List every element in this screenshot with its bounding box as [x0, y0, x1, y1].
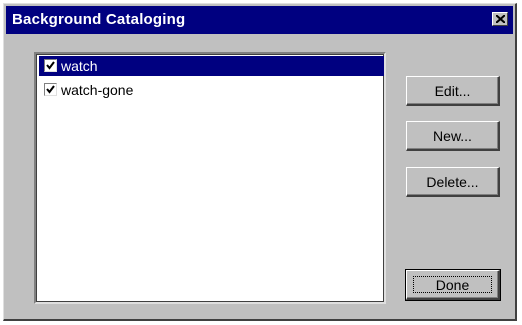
list-item-label: watch-gone	[61, 82, 134, 98]
title-bar[interactable]: Background Cataloging	[6, 6, 513, 34]
delete-button-label: Delete...	[426, 173, 479, 190]
checkbox[interactable]	[44, 83, 57, 96]
focus-rectangle	[413, 276, 492, 293]
edit-button[interactable]: Edit...	[406, 76, 500, 106]
new-button-label: New...	[433, 127, 472, 144]
close-button[interactable]	[492, 12, 508, 26]
list-item-label: watch	[61, 58, 98, 74]
catalog-list[interactable]: watch watch-gone	[34, 52, 386, 304]
edit-button-label: Edit...	[434, 82, 471, 99]
new-button[interactable]: New...	[406, 121, 500, 151]
checkmark-icon	[46, 61, 55, 70]
checkbox[interactable]	[44, 59, 57, 72]
delete-button[interactable]: Delete...	[406, 167, 500, 197]
list-item[interactable]: watch	[39, 56, 384, 76]
done-button[interactable]: Done	[405, 269, 501, 301]
list-item[interactable]: watch-gone	[39, 80, 384, 100]
window-title: Background Cataloging	[12, 11, 186, 28]
close-icon	[496, 15, 505, 23]
checkmark-icon	[46, 85, 55, 94]
background-cataloging-dialog: Background Cataloging watch watch-gone E…	[3, 3, 517, 321]
